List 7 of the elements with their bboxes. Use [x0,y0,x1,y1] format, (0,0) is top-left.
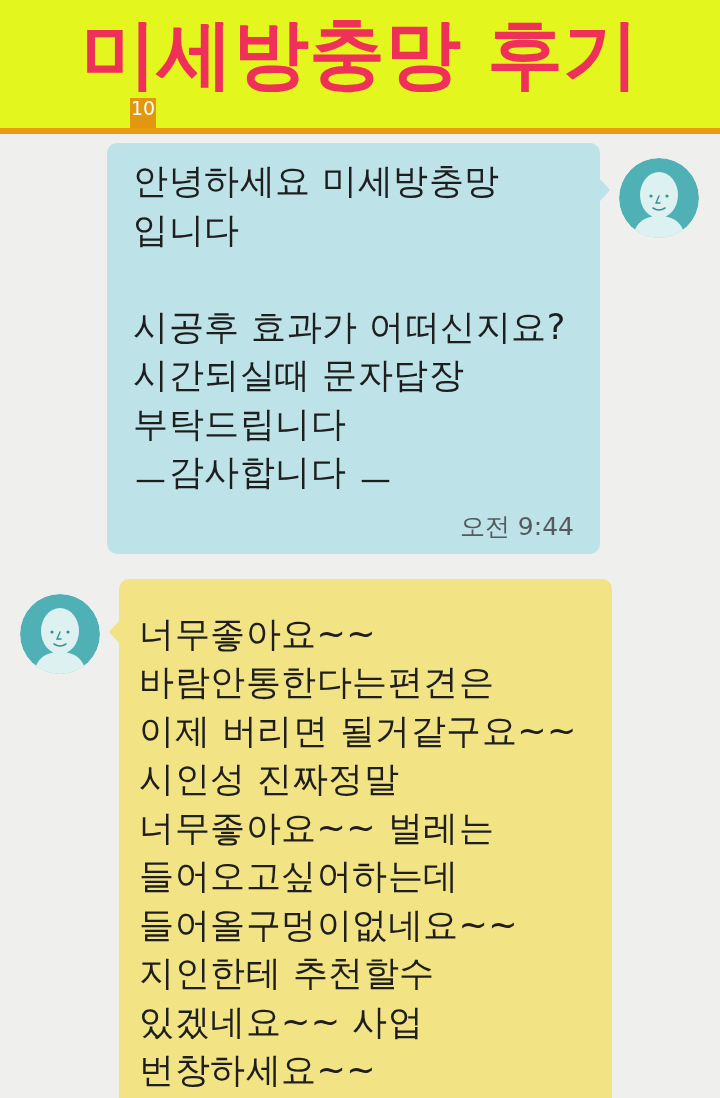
message-text: 안녕하세요 미세방충망 입니다 시공후 효과가 어떠신지요? 시간되실때 문자답장 부탁드립니다 ㅡ감사합니다 ㅡ [133,160,567,494]
message-text: 너무좋아요~~ 바람안통한다는편견은 이제 버리면 될거같구요~~ 시인성 진짜정말 너무좋아요~~ 벌레는 들어오고싶어하는데 들어올구멍이없네요~~ 지인한테 추천할수 있겠네요~~ 사업 번창하세요~~ [139,612,578,1092]
count-badge: 10 [130,98,156,128]
message-time: 오전 9:44 [458,510,575,543]
banner-title: 미세방충망 후기 [80,8,640,100]
person-avatar-icon[interactable] [20,593,100,674]
person-avatar-icon[interactable] [619,158,699,238]
